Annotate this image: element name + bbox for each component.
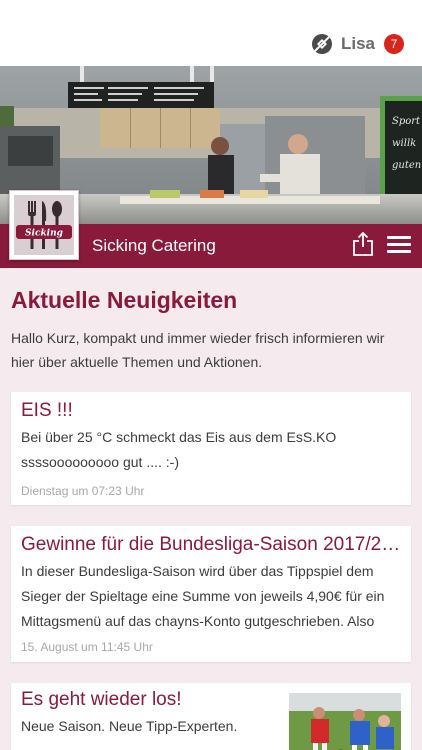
news-item[interactable]: EIS !!! Bei über 25 °C schmeckt das Eis … [11,392,411,505]
logo-image: Sicking [14,195,74,255]
notification-badge[interactable]: 7 [384,34,404,54]
news-text: In dieser Bundesliga-Saison wird über da… [21,563,385,629]
chayns-logo-icon [311,34,332,54]
menu-line [387,250,411,253]
share-icon[interactable] [352,231,374,257]
news-title[interactable]: EIS !!! [21,400,401,422]
site-title: Sicking Catering [92,236,216,255]
intro-text: Hallo Kurz, kompakt und immer wieder fri… [11,330,385,370]
page-title: Aktuelle Neuigkeiten [11,287,238,313]
news-date: 15. August um 11:45 Uhr [21,640,153,654]
logo-text: Sicking [25,229,63,239]
hero-board-line-1: willk [392,138,416,149]
hero-board-text: Sport [392,116,421,127]
user-account[interactable]: Lisa 7 [311,33,404,55]
hamburger-menu-icon[interactable] [387,236,411,254]
hero-board-line-2: guten [392,160,421,171]
news-text: Neue Saison. Neue Tipp-Experten. [21,718,238,734]
menu-line [387,243,411,246]
news-date: Dienstag um 07:23 Uhr [21,484,145,498]
news-title[interactable]: Es geht wieder los! [21,689,281,711]
news-item[interactable]: Gewinne für die Bundesliga-Saison 2017/2… [11,526,411,662]
top-bar: Lisa 7 [0,0,422,66]
menu-line [387,236,411,239]
site-logo[interactable]: Sicking [9,190,79,260]
news-title[interactable]: Gewinne für die Bundesliga-Saison 2017/2… [21,534,401,556]
news-item[interactable]: Es geht wieder los! Neue Saison. Neue Ti… [11,683,411,750]
user-name[interactable]: Lisa [341,34,375,54]
news-text: Bei über 25 °C schmeckt das Eis aus dem … [21,429,337,470]
news-thumbnail[interactable] [289,693,401,750]
